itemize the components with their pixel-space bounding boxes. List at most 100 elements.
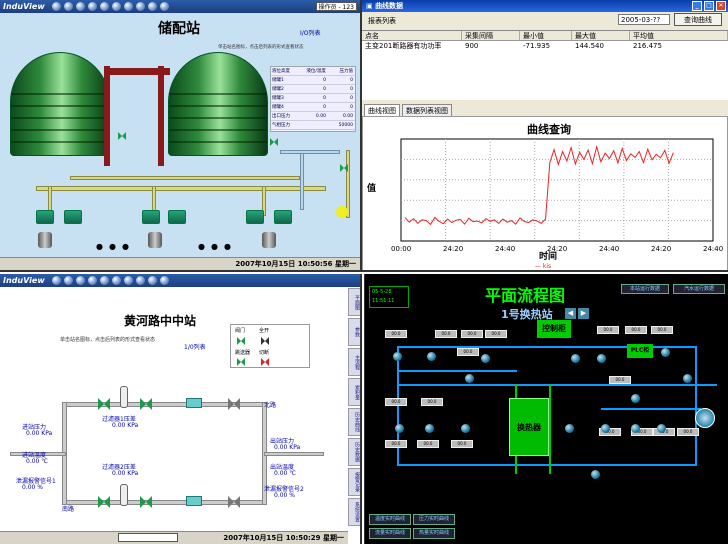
y-axis-label: 值 xyxy=(367,184,377,194)
nav-station-data[interactable]: 本站运行数据 xyxy=(621,284,669,294)
grid-row[interactable]: 主变201断路器有功功率 900 -71.935 144.540 216.475 xyxy=(362,41,728,51)
column-header[interactable]: 平均值 xyxy=(630,31,728,40)
date-picker[interactable]: 2005-03-?? xyxy=(618,14,670,25)
pump-4[interactable] xyxy=(168,210,186,224)
home-icon[interactable] xyxy=(75,2,85,11)
home-icon[interactable] xyxy=(75,276,85,285)
pump-2[interactable] xyxy=(64,210,82,224)
nav-back-icon[interactable] xyxy=(51,276,61,285)
sensor-icon[interactable] xyxy=(631,424,640,433)
refresh-icon[interactable] xyxy=(99,276,109,285)
alarm-icon[interactable] xyxy=(135,2,145,11)
valve-north-1[interactable] xyxy=(98,398,110,410)
sidebar-button[interactable]: 主流程 xyxy=(348,348,360,376)
sidebar-button[interactable]: 历史曲线 xyxy=(348,408,360,436)
io-table-row: 储罐1 0 0 xyxy=(271,76,355,85)
x-tick-label: 24:20 xyxy=(651,245,671,253)
maximize-button[interactable]: □ xyxy=(704,1,714,11)
valve-1[interactable] xyxy=(118,132,126,140)
sensor-icon[interactable] xyxy=(481,354,490,363)
pump-5[interactable] xyxy=(246,210,264,224)
user-field[interactable]: 操作员 - 123 xyxy=(315,2,357,11)
screen-selector[interactable] xyxy=(118,533,178,542)
zoom-icon[interactable] xyxy=(111,276,121,285)
column-header[interactable]: 采集间隔 xyxy=(462,31,520,40)
close-button[interactable]: ✕ xyxy=(716,1,726,11)
status-datetime: 2007年10月15日 10:50:56 星期一 xyxy=(235,260,356,268)
status-bar: 2007年10月15日 10:50:56 星期一 xyxy=(0,257,360,270)
readout-display: 00.0 xyxy=(417,440,439,448)
sensor-icon[interactable] xyxy=(661,348,670,357)
io-table-row: 液位高度 液位/温度 压力值 xyxy=(271,67,355,76)
print-icon[interactable] xyxy=(87,276,97,285)
prev-station-button[interactable]: ◀ xyxy=(565,308,576,319)
time-text: 11:51:11 xyxy=(372,298,395,304)
sensor-icon[interactable] xyxy=(683,374,692,383)
chart-legend: — kis xyxy=(535,263,552,270)
valve-2[interactable] xyxy=(270,138,278,146)
sensor-icon[interactable] xyxy=(571,354,580,363)
sidebar-button[interactable]: 报警记录 xyxy=(348,468,360,496)
alarm-icon[interactable] xyxy=(135,276,145,285)
bridge-post-left xyxy=(104,66,110,166)
sensor-icon[interactable] xyxy=(597,354,606,363)
io-table-cell xyxy=(301,121,328,129)
nav-steam-data[interactable]: 汽水运行数据 xyxy=(673,284,725,294)
sensor-icon[interactable] xyxy=(601,424,610,433)
nav-forward-icon[interactable] xyxy=(63,2,73,11)
pump-6[interactable] xyxy=(274,210,292,224)
sidebar-button[interactable]: 历史数据 xyxy=(348,438,360,466)
column-header[interactable]: 点名 xyxy=(362,31,462,40)
sensor-icon[interactable] xyxy=(465,374,474,383)
valve-north-2[interactable] xyxy=(140,398,152,410)
next-station-button[interactable]: ▶ xyxy=(578,308,589,319)
query-curve-button[interactable]: 查询曲线 xyxy=(674,13,722,26)
pump-1[interactable] xyxy=(36,210,54,224)
grid-cell: -71.935 xyxy=(523,42,551,50)
column-header[interactable]: 最大值 xyxy=(572,31,630,40)
sensor-icon[interactable] xyxy=(631,394,640,403)
bottom-nav-button[interactable]: 温度实时曲线 xyxy=(369,514,411,525)
help-icon[interactable] xyxy=(159,276,169,285)
help-icon[interactable] xyxy=(159,2,169,11)
valve-south-1[interactable] xyxy=(98,496,110,508)
sidebar-button[interactable]: 参数 xyxy=(348,318,360,346)
curve-data-window: ▣ 曲线数据 _ □ ✕ 报表列表 2005-03-?? 查询曲线 点名 采集间隔… xyxy=(362,0,728,272)
control-cabinet[interactable]: 控制柜 xyxy=(537,320,571,338)
date-text: 05-5-28 xyxy=(372,289,392,295)
sidebar-button[interactable]: 平面图 xyxy=(348,288,360,316)
sensor-icon[interactable] xyxy=(427,352,436,361)
sensor-icon[interactable] xyxy=(657,424,666,433)
settings-icon[interactable] xyxy=(147,2,157,11)
sensor-icon[interactable] xyxy=(395,424,404,433)
sensor-icon[interactable] xyxy=(393,352,402,361)
print-icon[interactable] xyxy=(87,2,97,11)
bottom-nav-button[interactable]: 流量实时曲线 xyxy=(369,528,411,539)
plc-cabinet[interactable]: PLC柜 xyxy=(627,344,653,358)
nav-back-icon[interactable] xyxy=(51,2,61,11)
trend-icon[interactable] xyxy=(123,2,133,11)
bottom-nav-button[interactable]: 热量实时曲线 xyxy=(413,528,455,539)
valve-south-gray[interactable] xyxy=(228,496,240,508)
sidebar-button[interactable]: 累积量 xyxy=(348,378,360,406)
refresh-icon[interactable] xyxy=(99,2,109,11)
valve-north-gray[interactable] xyxy=(228,398,240,410)
zoom-icon[interactable] xyxy=(111,2,121,11)
bottom-nav-button[interactable]: 压力实时曲线 xyxy=(413,514,455,525)
minimize-button[interactable]: _ xyxy=(692,1,702,11)
valve-south-2[interactable] xyxy=(140,496,152,508)
datetime-panel: 05-5-28 11:51:11 xyxy=(369,286,409,308)
heat-exchanger[interactable]: 换热器 xyxy=(509,398,549,456)
pump-3[interactable] xyxy=(142,210,160,224)
sensor-icon[interactable] xyxy=(565,424,574,433)
io-table-row: 出口压力 0.00 0.00 xyxy=(271,112,355,121)
trend-icon[interactable] xyxy=(123,276,133,285)
sensor-icon[interactable] xyxy=(425,424,434,433)
settings-icon[interactable] xyxy=(147,276,157,285)
nav-forward-icon[interactable] xyxy=(63,276,73,285)
sidebar-button[interactable]: 系统设置 xyxy=(348,498,360,526)
column-header[interactable]: 最小值 xyxy=(520,31,572,40)
sensor-icon[interactable] xyxy=(591,470,600,479)
sensor-icon[interactable] xyxy=(461,424,470,433)
pipe-line-5 xyxy=(601,408,701,410)
